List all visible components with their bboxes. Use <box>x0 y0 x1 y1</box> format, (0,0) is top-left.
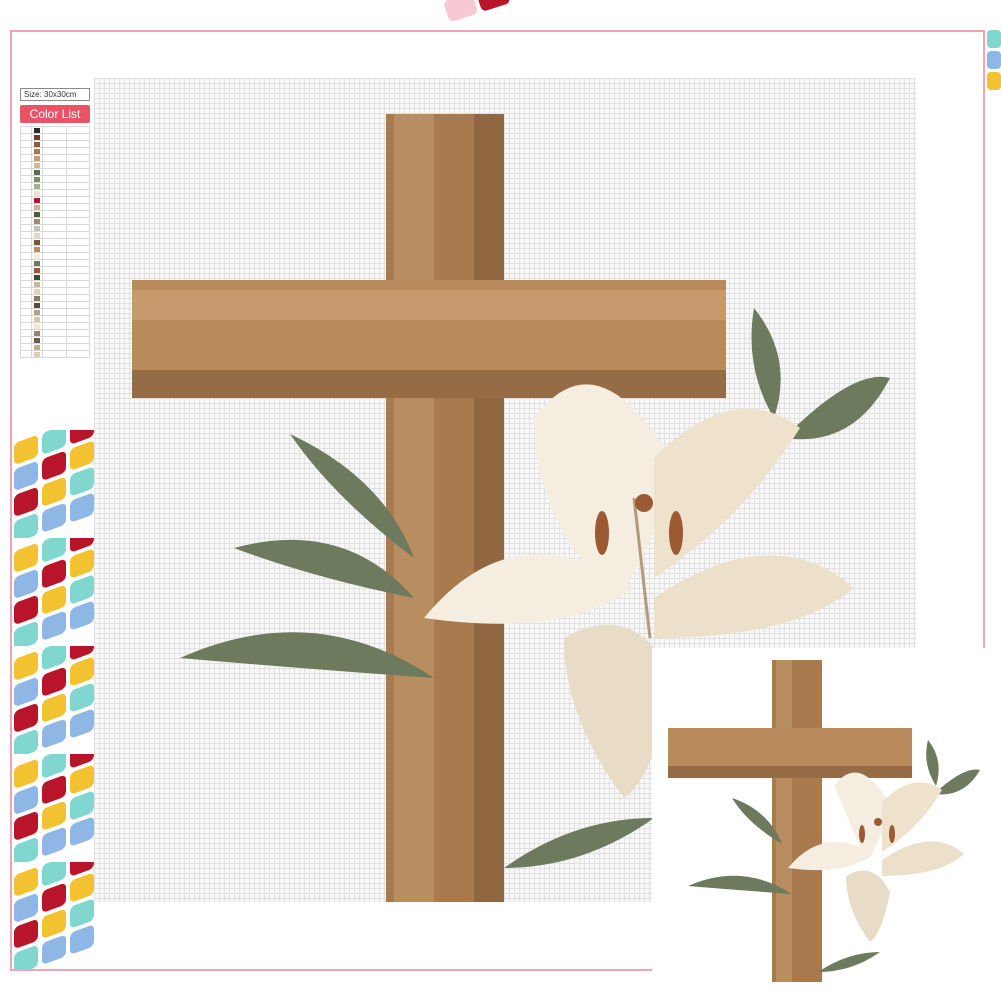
bead-strip-left <box>12 430 96 970</box>
color-swatch <box>34 148 40 154</box>
color-table-row <box>20 294 90 302</box>
color-swatch <box>34 274 40 280</box>
color-table-row <box>20 161 90 169</box>
color-swatch <box>34 281 40 287</box>
color-swatch <box>34 183 40 189</box>
color-table-row <box>20 140 90 148</box>
color-table-row <box>20 266 90 274</box>
color-table-row <box>20 210 90 218</box>
color-swatch <box>34 316 40 322</box>
color-table-row <box>20 245 90 253</box>
color-swatch <box>34 267 40 273</box>
color-swatch <box>34 211 40 217</box>
color-swatch <box>34 141 40 147</box>
color-legend: Size: 30x30cm Color List <box>20 88 90 358</box>
color-swatch <box>34 309 40 315</box>
color-table-row <box>20 182 90 190</box>
color-swatch <box>34 344 40 350</box>
cross-lily-preview <box>668 660 980 982</box>
color-swatch <box>34 288 40 294</box>
color-table-row <box>20 238 90 246</box>
color-swatch <box>34 197 40 203</box>
color-swatch <box>34 225 40 231</box>
color-table-row <box>20 126 90 134</box>
color-swatch <box>34 218 40 224</box>
color-swatch <box>34 302 40 308</box>
color-swatch <box>34 337 40 343</box>
diamond-bead-icon <box>444 0 542 22</box>
color-swatch <box>34 232 40 238</box>
color-table-row <box>20 217 90 225</box>
bead-strip-top <box>430 0 1001 30</box>
color-table-row <box>20 203 90 211</box>
color-swatch <box>34 162 40 168</box>
color-table-row <box>20 224 90 232</box>
bead-strip-right <box>987 30 1001 90</box>
color-swatch <box>34 323 40 329</box>
color-table-row <box>20 133 90 141</box>
preview-inset <box>652 648 1001 1001</box>
color-swatch <box>34 204 40 210</box>
color-table-row <box>20 175 90 183</box>
color-table-row <box>20 343 90 351</box>
color-table-row <box>20 154 90 162</box>
color-swatch <box>34 155 40 161</box>
color-table-row <box>20 280 90 288</box>
color-table-row <box>20 287 90 295</box>
size-label: Size: 30x30cm <box>20 88 90 101</box>
color-swatch <box>34 246 40 252</box>
color-table-row <box>20 350 90 358</box>
color-swatch <box>34 127 40 133</box>
diamond-bead-icon <box>987 30 1001 90</box>
color-table-row <box>20 189 90 197</box>
color-table-row <box>20 231 90 239</box>
color-swatch <box>34 190 40 196</box>
color-table-row <box>20 308 90 316</box>
color-table-row <box>20 147 90 155</box>
color-table-row <box>20 301 90 309</box>
color-swatch <box>34 260 40 266</box>
color-table-row <box>20 252 90 260</box>
color-table-row <box>20 196 90 204</box>
color-table-row <box>20 168 90 176</box>
color-table-row <box>20 273 90 281</box>
color-table <box>20 126 90 358</box>
color-table-row <box>20 322 90 330</box>
color-swatch <box>34 176 40 182</box>
color-swatch <box>34 134 40 140</box>
color-table-row <box>20 336 90 344</box>
color-swatch <box>34 351 40 357</box>
color-table-row <box>20 259 90 267</box>
color-swatch <box>34 239 40 245</box>
color-swatch <box>34 253 40 259</box>
color-table-row <box>20 315 90 323</box>
color-swatch <box>34 169 40 175</box>
color-table-row <box>20 329 90 337</box>
diamond-bead-icon <box>12 430 96 970</box>
color-list-label: Color List <box>20 105 90 123</box>
color-swatch <box>34 295 40 301</box>
color-swatch <box>34 330 40 336</box>
